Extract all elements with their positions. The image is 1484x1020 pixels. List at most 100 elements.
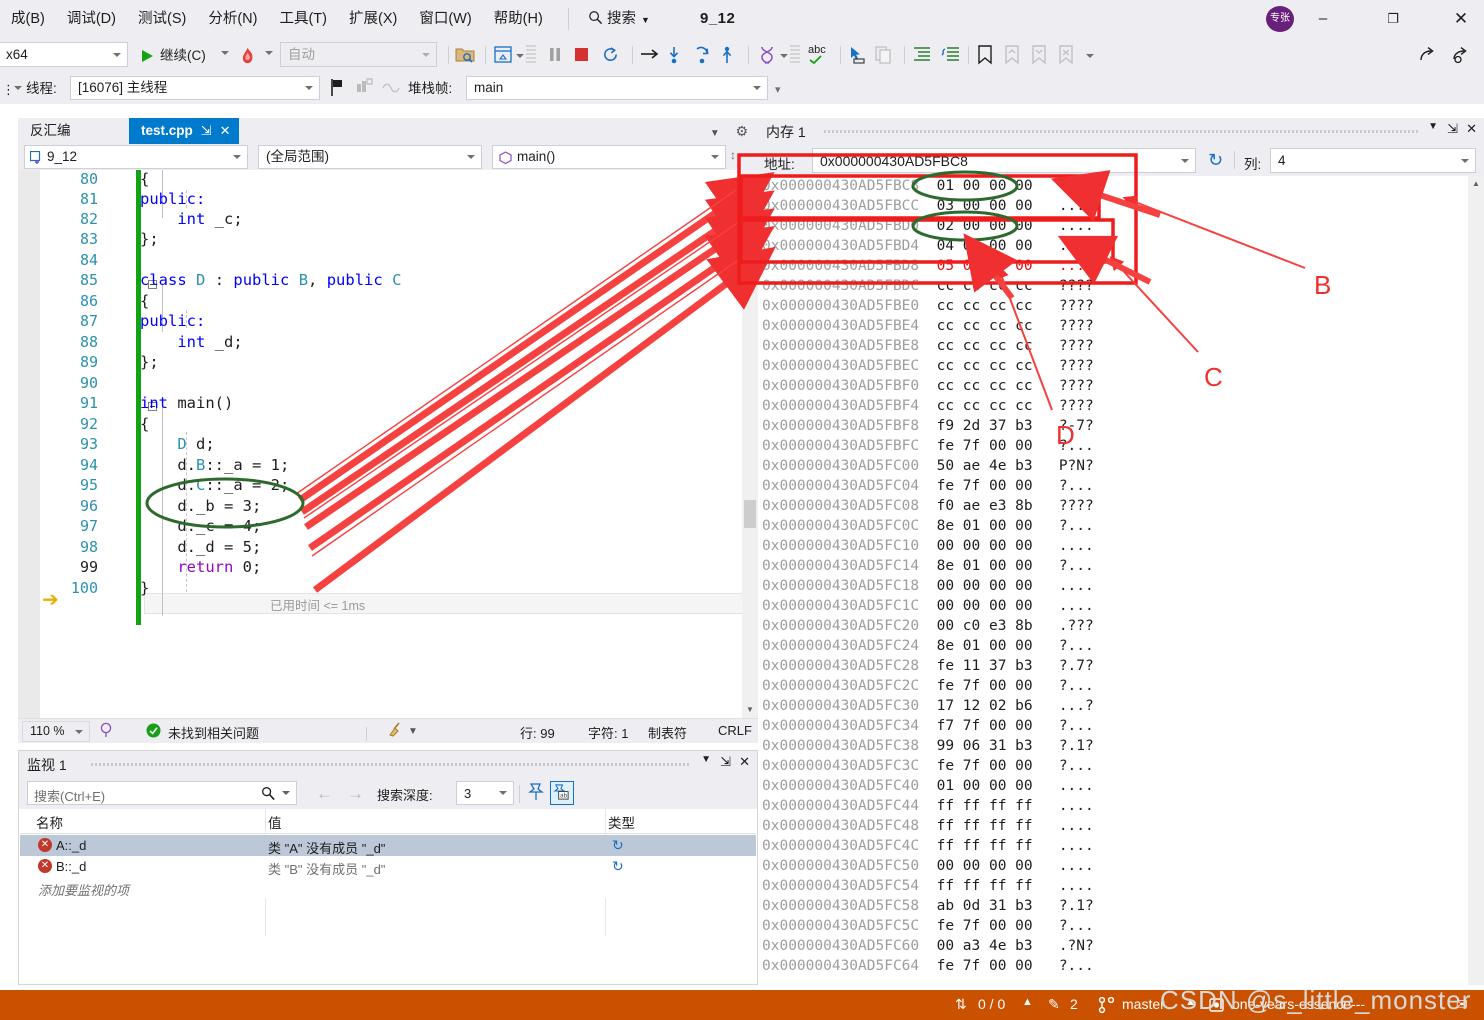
member-combo[interactable]: main() <box>492 145 726 169</box>
gear-icon[interactable]: ⚙ <box>735 123 748 139</box>
continue-play-icon[interactable] <box>140 49 154 66</box>
branch-icon[interactable] <box>1098 996 1116 1017</box>
auto-combo[interactable]: 自动 <box>280 42 437 67</box>
memory-row[interactable]: 0x000000430AD5FBD4 04 00 00 00 .... <box>762 236 1094 256</box>
memory-row[interactable]: 0x000000430AD5FC1C 00 00 00 00 .... <box>762 596 1094 616</box>
cleanup-broom-icon[interactable] <box>388 722 404 741</box>
search-depth-combo[interactable]: 3 <box>456 781 514 805</box>
table-row[interactable]: ✕ B::_d 类 "B" 没有成员 "_d" ↻ <box>20 856 756 877</box>
add-watch-row[interactable]: 添加要监视的项 <box>20 877 756 898</box>
pin-all-icon[interactable] <box>527 782 545 805</box>
search-prev-icon[interactable]: ← <box>316 784 333 804</box>
close-icon[interactable]: ✕ <box>1466 121 1477 137</box>
layout-icon[interactable] <box>494 46 513 67</box>
sync-up-arrow-icon[interactable]: ▲ <box>1022 996 1033 1008</box>
continue-dropdown-icon[interactable] <box>221 51 229 55</box>
pin-icon[interactable]: ⇲ <box>720 754 731 770</box>
bookmark-dropdown-icon[interactable] <box>1086 54 1094 58</box>
memory-row[interactable]: 0x000000430AD5FBEC cc cc cc cc ???? <box>762 356 1094 376</box>
platform-combo[interactable]: x64 <box>0 42 128 67</box>
helix-dropdown-icon[interactable] <box>780 54 788 58</box>
scroll-up-icon[interactable]: ▲ <box>1468 176 1484 192</box>
continue-label[interactable]: 继续(C) <box>160 49 206 63</box>
memory-row[interactable]: 0x000000430AD5FC40 01 00 00 00 .... <box>762 776 1094 796</box>
indent-icon[interactable] <box>913 46 932 66</box>
scrollbar-thumb[interactable] <box>744 500 756 528</box>
chevron-down-icon[interactable]: ▼ <box>701 754 711 765</box>
toolbar-overflow-icon[interactable]: ⋮ <box>2 82 15 98</box>
memory-row[interactable]: 0x000000430AD5FBD0 02 00 00 00 .... <box>762 216 1094 236</box>
maximize-button[interactable]: ❐ <box>1370 0 1416 38</box>
memory-row[interactable]: 0x000000430AD5FC30 17 12 02 b6 ...? <box>762 696 1094 716</box>
memory-row[interactable]: 0x000000430AD5FBC8 01 00 00 00 .... <box>762 176 1094 196</box>
menu-item-0[interactable]: 成(B) <box>0 0 56 38</box>
memory-row[interactable]: 0x000000430AD5FC18 00 00 00 00 .... <box>762 576 1094 596</box>
memory-dump[interactable]: 0x000000430AD5FBC8 01 00 00 00 .... 0x000… <box>758 176 1484 985</box>
sync-count[interactable]: 0 / 0 <box>978 996 1005 1012</box>
pause-icon[interactable] <box>548 47 562 65</box>
memory-row[interactable]: 0x000000430AD5FBD8 05 00 00 00 .... <box>762 256 1094 276</box>
bookmark-prev-icon[interactable] <box>1004 45 1020 68</box>
thread-combo[interactable]: [16076] 主线程 <box>70 76 320 100</box>
pin-icon[interactable]: ⇲ <box>201 123 212 138</box>
editor-scrollbar[interactable]: ▲ ▼ <box>742 170 758 718</box>
outdent-icon[interactable] <box>941 46 960 66</box>
step-up-icon[interactable] <box>720 46 734 67</box>
memory-row[interactable]: 0x000000430AD5FBE0 cc cc cc cc ???? <box>762 296 1094 316</box>
bookmark-next-icon[interactable] <box>1031 45 1047 68</box>
memory-row[interactable]: 0x000000430AD5FC64 fe 7f 00 00 ?... <box>762 956 1094 976</box>
memory-row[interactable]: 0x000000430AD5FBDC cc cc cc cc ???? <box>762 276 1094 296</box>
memory-row[interactable]: 0x000000430AD5FC48 ff ff ff ff .... <box>762 816 1094 836</box>
memory-row[interactable]: 0x000000430AD5FBF4 cc cc cc cc ???? <box>762 396 1094 416</box>
pin-icon[interactable]: ⇲ <box>1447 121 1458 137</box>
layout-dropdown-icon[interactable] <box>516 54 524 58</box>
copy-icon[interactable] <box>875 46 892 67</box>
feedback-icon[interactable] <box>1451 46 1471 67</box>
memory-row[interactable]: 0x000000430AD5FC20 00 c0 e3 8b .??? <box>762 616 1094 636</box>
column-combo[interactable]: 4 <box>1270 148 1476 173</box>
memory-row[interactable]: 0x000000430AD5FC4C ff ff ff ff .... <box>762 836 1094 856</box>
restart-icon[interactable] <box>602 46 619 66</box>
spell-check-icon[interactable]: abc <box>808 44 828 64</box>
toolbar-overflow-icon[interactable]: ▾ <box>775 83 781 96</box>
watch-search-input[interactable]: 搜索(Ctrl+E) <box>27 781 297 805</box>
share-icon[interactable] <box>1418 46 1438 67</box>
hex-display-toggle[interactable]: ab <box>550 781 574 805</box>
zoom-combo[interactable]: 110 % <box>22 721 90 742</box>
memory-row[interactable]: 0x000000430AD5FBE4 cc cc cc cc ???? <box>762 316 1094 336</box>
stop-icon[interactable] <box>575 48 588 64</box>
refresh-icon[interactable]: ↻ <box>612 858 624 875</box>
branch-name[interactable]: master <box>1122 996 1165 1012</box>
menu-item-5[interactable]: 扩展(X) <box>338 0 408 38</box>
address-combo[interactable]: 0x000000430AD5FBC8 <box>812 148 1196 173</box>
memory-row[interactable]: 0x000000430AD5FC24 8e 01 00 00 ?... <box>762 636 1094 656</box>
memory-row[interactable]: 0x000000430AD5FBCC 03 00 00 00 .... <box>762 196 1094 216</box>
refresh-icon[interactable]: ↻ <box>612 837 624 854</box>
bookmark-icon[interactable] <box>977 45 993 68</box>
frame-combo[interactable]: main <box>466 76 768 100</box>
memory-row[interactable]: 0x000000430AD5FC34 f7 7f 00 00 ?... <box>762 716 1094 736</box>
hot-reload-icon[interactable] <box>238 47 257 69</box>
close-icon[interactable]: ✕ <box>220 123 231 138</box>
memory-row[interactable]: 0x000000430AD5FC38 99 06 31 b3 ?.1? <box>762 736 1094 756</box>
intellicode-icon[interactable] <box>98 722 114 741</box>
memory-scrollbar[interactable]: ▲ <box>1468 176 1484 985</box>
memory-row[interactable]: 0x000000430AD5FC50 00 00 00 00 .... <box>762 856 1094 876</box>
memory-row[interactable]: 0x000000430AD5FC04 fe 7f 00 00 ?... <box>762 476 1094 496</box>
close-button[interactable]: ✕ <box>1438 0 1484 38</box>
flag-all-icon[interactable] <box>356 78 373 100</box>
select-icon[interactable] <box>848 46 866 67</box>
memory-row[interactable]: 0x000000430AD5FC28 fe 11 37 b3 ?.7? <box>762 656 1094 676</box>
memory-row[interactable]: 0x000000430AD5FC54 ff ff ff ff .... <box>762 876 1094 896</box>
pending-changes-count[interactable]: 2 <box>1070 996 1078 1012</box>
helix-icon[interactable] <box>758 46 776 67</box>
menu-item-7[interactable]: 帮助(H) <box>483 0 554 38</box>
menu-item-6[interactable]: 窗口(W) <box>408 0 482 38</box>
tab-test-cpp[interactable]: test.cpp ⇲ ✕ <box>129 118 239 144</box>
chevron-down-icon[interactable] <box>14 86 22 90</box>
memory-row[interactable]: 0x000000430AD5FC5C fe 7f 00 00 ?... <box>762 916 1094 936</box>
sync-icon[interactable]: ⇅ <box>955 996 967 1013</box>
search-next-icon[interactable]: → <box>347 784 364 804</box>
splitter-icon[interactable]: ↕ <box>730 148 736 162</box>
scope-combo[interactable]: (全局范围) <box>258 145 482 169</box>
